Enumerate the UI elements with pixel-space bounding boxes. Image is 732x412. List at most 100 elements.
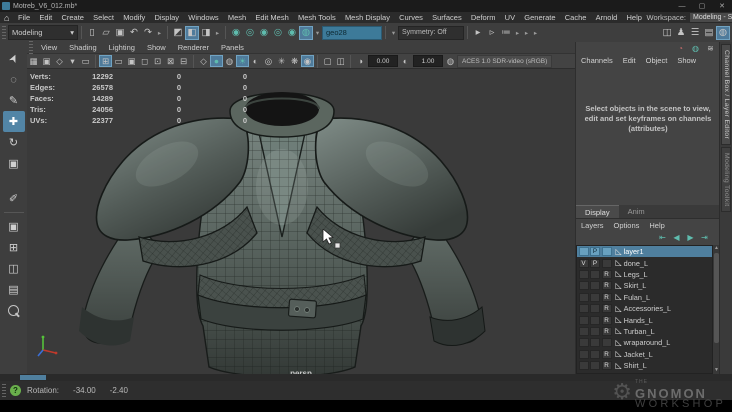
- safe-action-icon[interactable]: ⊠: [164, 55, 177, 67]
- layer-name[interactable]: Shirt_L: [624, 361, 647, 370]
- close-button[interactable]: ✕: [712, 0, 732, 12]
- select-hierarchy-icon[interactable]: ◩: [171, 26, 185, 40]
- layer-row[interactable]: R ◺ Shirt_L: [577, 360, 712, 371]
- layout-four-pane-icon[interactable]: ⊞: [3, 237, 25, 258]
- move-layer-up-icon[interactable]: ⇤: [657, 232, 668, 242]
- visibility-toggle[interactable]: [578, 349, 589, 359]
- visibility-toggle[interactable]: [578, 338, 589, 348]
- new-scene-icon[interactable]: ▯: [85, 26, 99, 40]
- playback-toggle[interactable]: [590, 292, 600, 302]
- shadows-toggle-icon[interactable]: ◐: [249, 55, 262, 67]
- chevron-down-icon[interactable]: ▾: [389, 26, 398, 40]
- layer-name[interactable]: Turban_L: [624, 327, 655, 336]
- modeling-toolkit-toggle-icon[interactable]: ◍: [716, 25, 730, 40]
- select-component-icon[interactable]: ◨: [199, 26, 213, 40]
- menu-mesh[interactable]: Mesh: [223, 13, 251, 22]
- make-live-icon[interactable]: ◍: [299, 25, 313, 40]
- move-layer-down-icon[interactable]: ◀: [671, 232, 682, 242]
- flyout-arrow-icon[interactable]: ▸: [155, 26, 164, 40]
- le-menu-layers[interactable]: Layers: [576, 221, 609, 230]
- playback-toggle[interactable]: P: [590, 258, 600, 268]
- drag-handle[interactable]: [29, 40, 33, 55]
- playback-toggle[interactable]: [590, 349, 600, 359]
- layer-row[interactable]: R ◺ Jacket_L: [577, 349, 712, 360]
- film-gate-icon[interactable]: ▭: [112, 55, 125, 67]
- menu-file[interactable]: File: [13, 13, 34, 22]
- layer-name[interactable]: Accessories_L: [624, 304, 671, 313]
- use-all-lights-icon[interactable]: ☀: [236, 55, 249, 67]
- render-view-icon[interactable]: ▸: [471, 26, 485, 40]
- select-tool-icon[interactable]: ➤: [3, 48, 25, 69]
- menu-deform[interactable]: Deform: [466, 13, 500, 22]
- layer-row[interactable]: R ◺ Hands_L: [577, 314, 712, 325]
- tab-channel-box-layer-editor[interactable]: Channel Box / Layer Editor: [721, 44, 731, 146]
- visibility-toggle[interactable]: [578, 315, 589, 325]
- playback-toggle[interactable]: [590, 269, 600, 279]
- paint-select-tool-icon[interactable]: ✎: [3, 90, 25, 111]
- redo-icon[interactable]: ↷: [141, 26, 155, 40]
- vp-menu-panels[interactable]: Panels: [215, 43, 250, 52]
- home-icon[interactable]: ⌂: [4, 13, 9, 23]
- layout-two-pane-icon[interactable]: ◫: [3, 258, 25, 279]
- menu-curves[interactable]: Curves: [395, 13, 428, 22]
- tab-modeling-toolkit[interactable]: Modeling Toolkit: [721, 147, 731, 213]
- snap-view-plane-icon[interactable]: ◉: [285, 26, 299, 40]
- display-type-toggle[interactable]: R: [601, 281, 612, 291]
- resolution-gate-icon[interactable]: ▣: [125, 55, 138, 67]
- layer-name[interactable]: Fulan_L: [624, 293, 650, 302]
- gate-mask-icon[interactable]: ◻: [138, 55, 151, 67]
- snap-curve-icon[interactable]: ◎: [243, 26, 257, 40]
- menu-help[interactable]: Help: [622, 13, 647, 22]
- hyperbolic-slider-icon[interactable]: ≋: [705, 43, 716, 53]
- tool-settings-toggle-icon[interactable]: ♟: [674, 26, 688, 40]
- selection-name-input[interactable]: geo28: [322, 25, 382, 40]
- anti-alias-icon[interactable]: ❋: [288, 55, 301, 67]
- visibility-toggle[interactable]: [578, 292, 589, 302]
- display-type-toggle[interactable]: R: [601, 315, 612, 325]
- menu-create[interactable]: Create: [57, 13, 89, 22]
- channel-box-toggle-icon[interactable]: ☰: [688, 26, 702, 40]
- depth-of-field-icon[interactable]: ◉: [301, 55, 314, 67]
- layout-outliner-pane-icon[interactable]: ▤: [3, 279, 25, 300]
- bookmark-icon[interactable]: ▾: [66, 55, 79, 67]
- display-type-toggle[interactable]: R: [601, 349, 612, 359]
- layer-row[interactable]: R ◺ Turban_L: [577, 326, 712, 337]
- xray-toggle-icon[interactable]: ◫: [334, 55, 347, 67]
- manipulator-display-icon[interactable]: ◔: [675, 43, 686, 53]
- flyout-arrow-icon[interactable]: ▸: [513, 26, 522, 40]
- vp-menu-show[interactable]: Show: [141, 43, 172, 52]
- playback-toggle[interactable]: P: [590, 247, 600, 257]
- visibility-toggle[interactable]: V: [578, 258, 589, 268]
- visibility-toggle[interactable]: [578, 326, 589, 336]
- layer-row[interactable]: V P ◺ done_L: [577, 257, 712, 268]
- empty-layer-icon[interactable]: ▶: [685, 232, 696, 242]
- layer-row[interactable]: R ◺ Skirt_L: [577, 280, 712, 291]
- playback-toggle[interactable]: [590, 361, 600, 371]
- visibility-toggle[interactable]: [578, 281, 589, 291]
- viewport-canvas[interactable]: Verts: 12292 0 0 Edges: 26578 0 0 Faces: 14289 0…: [27, 69, 575, 381]
- move-tool-icon[interactable]: ✚: [2, 111, 25, 132]
- cb-menu-channels[interactable]: Channels: [576, 56, 618, 65]
- menu-display[interactable]: Display: [150, 13, 184, 22]
- cb-menu-edit[interactable]: Edit: [618, 56, 641, 65]
- menu-select[interactable]: Select: [89, 13, 119, 22]
- layer-name[interactable]: done_L: [624, 259, 648, 268]
- attribute-editor-toggle-icon[interactable]: ◫: [660, 26, 674, 40]
- menu-cache[interactable]: Cache: [560, 13, 591, 22]
- select-camera-icon[interactable]: ▦: [27, 55, 40, 67]
- wireframe-mode-icon[interactable]: ◇: [197, 55, 210, 67]
- minimize-button[interactable]: —: [672, 0, 692, 12]
- speed-state-icon[interactable]: ◍: [690, 43, 701, 53]
- playback-toggle[interactable]: [590, 304, 600, 314]
- display-layers-toggle-icon[interactable]: ▤: [702, 26, 716, 40]
- save-scene-icon[interactable]: ▣: [113, 26, 127, 40]
- tab-anim[interactable]: Anim: [619, 205, 654, 218]
- visibility-toggle[interactable]: [578, 269, 589, 279]
- drag-handle[interactable]: [2, 383, 6, 398]
- layer-name[interactable]: Jacket_L: [624, 350, 653, 359]
- new-layer-icon[interactable]: ⇥: [699, 232, 710, 242]
- menu-mesh-display[interactable]: Mesh Display: [340, 13, 394, 22]
- last-tool-icon[interactable]: ✐: [3, 188, 25, 209]
- menu-uv[interactable]: UV: [500, 13, 520, 22]
- gamma-field[interactable]: 1.00: [413, 55, 443, 67]
